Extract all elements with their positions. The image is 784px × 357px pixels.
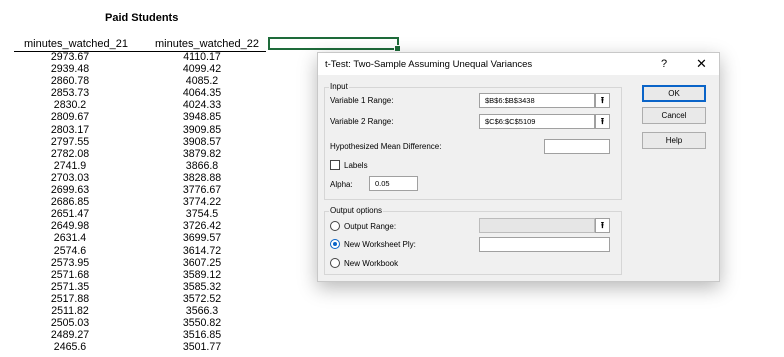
cell-minutes-22[interactable]: 3828.88 <box>172 172 232 184</box>
cell-minutes-21[interactable]: 2517.88 <box>40 293 100 305</box>
labels-checkbox[interactable] <box>330 160 340 170</box>
variable-1-range-input[interactable]: $B$6:$B$3438 <box>479 93 595 108</box>
hypothesized-mean-difference-input[interactable] <box>544 139 610 154</box>
cell-minutes-22[interactable]: 3550.82 <box>172 317 232 329</box>
cell-minutes-22[interactable]: 4110.17 <box>172 51 232 63</box>
new-workbook-label: New Workbook <box>344 259 399 268</box>
dialog-title: t-Test: Two-Sample Assuming Unequal Vari… <box>325 59 533 70</box>
cell-minutes-22[interactable]: 4085.2 <box>172 75 232 87</box>
cell-minutes-22[interactable]: 3726.42 <box>172 220 232 232</box>
cell-minutes-22[interactable]: 3589.12 <box>172 269 232 281</box>
new-worksheet-ply-input[interactable] <box>479 237 610 252</box>
cell-minutes-21[interactable]: 2803.17 <box>40 124 100 136</box>
dialog-titlebar: t-Test: Two-Sample Assuming Unequal Vari… <box>318 53 719 75</box>
alpha-label: Alpha: <box>330 180 353 189</box>
ok-button[interactable]: OK <box>642 85 706 102</box>
output-range-input[interactable] <box>479 218 595 233</box>
cell-minutes-22[interactable]: 3501.77 <box>172 341 232 353</box>
cell-minutes-22[interactable]: 3614.72 <box>172 245 232 257</box>
variable-1-collapse-icon[interactable]: ⭱ <box>595 93 610 108</box>
output-range-label: Output Range: <box>344 222 397 231</box>
sheet-title: Paid Students <box>105 12 179 24</box>
column-header-minutes-22[interactable]: minutes_watched_22 <box>155 38 259 50</box>
variable-2-collapse-icon[interactable]: ⭱ <box>595 114 610 129</box>
cell-minutes-21[interactable]: 2649.98 <box>40 220 100 232</box>
output-range-collapse-icon[interactable]: ⭱ <box>595 218 610 233</box>
cell-minutes-21[interactable]: 2830.2 <box>40 99 100 111</box>
cell-minutes-22[interactable]: 3607.25 <box>172 257 232 269</box>
cell-minutes-22[interactable]: 3774.22 <box>172 196 232 208</box>
cell-minutes-21[interactable]: 2699.63 <box>40 184 100 196</box>
close-icon[interactable]: ✕ <box>696 56 707 72</box>
variable-2-range-label: Variable 2 Range: <box>330 117 394 126</box>
cell-minutes-21[interactable]: 2511.82 <box>40 305 100 317</box>
cell-minutes-22[interactable]: 3909.85 <box>172 124 232 136</box>
cell-minutes-22[interactable]: 3585.32 <box>172 281 232 293</box>
new-workbook-radio[interactable] <box>330 258 340 268</box>
cell-minutes-22[interactable]: 4099.42 <box>172 63 232 75</box>
output-range-radio[interactable] <box>330 221 340 231</box>
column-header-minutes-21[interactable]: minutes_watched_21 <box>24 38 128 50</box>
cancel-button[interactable]: Cancel <box>642 107 706 124</box>
cell-minutes-22[interactable]: 3754.5 <box>172 208 232 220</box>
cell-minutes-22[interactable]: 4024.33 <box>172 99 232 111</box>
output-options-label: Output options <box>329 206 384 215</box>
cell-minutes-22[interactable]: 3866.8 <box>172 160 232 172</box>
cell-minutes-21[interactable]: 2973.67 <box>40 51 100 63</box>
cell-minutes-22[interactable]: 3908.57 <box>172 136 232 148</box>
alpha-input[interactable]: 0.05 <box>369 176 418 191</box>
cell-minutes-22[interactable]: 3516.85 <box>172 329 232 341</box>
help-button[interactable]: Help <box>642 132 706 149</box>
cell-minutes-21[interactable]: 2571.35 <box>40 281 100 293</box>
cell-minutes-21[interactable]: 2797.55 <box>40 136 100 148</box>
cell-minutes-21[interactable]: 2489.27 <box>40 329 100 341</box>
cell-minutes-21[interactable]: 2703.03 <box>40 172 100 184</box>
cell-minutes-21[interactable]: 2860.78 <box>40 75 100 87</box>
cell-minutes-21[interactable]: 2782.08 <box>40 148 100 160</box>
cell-minutes-21[interactable]: 2573.95 <box>40 257 100 269</box>
cell-minutes-21[interactable]: 2809.67 <box>40 111 100 123</box>
cell-minutes-21[interactable]: 2465.6 <box>40 341 100 353</box>
cell-minutes-21[interactable]: 2505.03 <box>40 317 100 329</box>
cell-minutes-22[interactable]: 3699.57 <box>172 232 232 244</box>
variable-1-range-label: Variable 1 Range: <box>330 96 394 105</box>
cell-minutes-22[interactable]: 3566.3 <box>172 305 232 317</box>
new-worksheet-ply-label: New Worksheet Ply: <box>344 240 416 249</box>
cell-minutes-21[interactable]: 2651.47 <box>40 208 100 220</box>
ttest-dialog: t-Test: Two-Sample Assuming Unequal Vari… <box>317 52 720 282</box>
column-minutes-22: 4110.17 4099.42 4085.2 4064.35 4024.33 3948.8… <box>172 51 232 353</box>
cell-minutes-22[interactable]: 3572.52 <box>172 293 232 305</box>
new-worksheet-ply-radio[interactable] <box>330 239 340 249</box>
labels-checkbox-label: Labels <box>344 161 368 170</box>
active-cell[interactable] <box>268 37 401 52</box>
cell-minutes-22[interactable]: 3776.67 <box>172 184 232 196</box>
column-minutes-21: 2973.67 2939.48 2860.78 2853.73 2830.2 2809.6… <box>40 51 100 353</box>
help-question-icon[interactable]: ? <box>661 58 667 70</box>
cell-minutes-22[interactable]: 4064.35 <box>172 87 232 99</box>
input-group-label: Input <box>329 82 349 91</box>
cell-minutes-21[interactable]: 2631.4 <box>40 232 100 244</box>
cell-minutes-21[interactable]: 2571.68 <box>40 269 100 281</box>
hypothesized-mean-difference-label: Hypothesized Mean Difference: <box>330 142 442 151</box>
cell-minutes-21[interactable]: 2686.85 <box>40 196 100 208</box>
cell-minutes-21[interactable]: 2741.9 <box>40 160 100 172</box>
cell-minutes-21[interactable]: 2939.48 <box>40 63 100 75</box>
variable-2-range-input[interactable]: $C$6:$C$5109 <box>479 114 595 129</box>
cell-minutes-21[interactable]: 2853.73 <box>40 87 100 99</box>
cell-minutes-22[interactable]: 3948.85 <box>172 111 232 123</box>
cell-minutes-21[interactable]: 2574.6 <box>40 245 100 257</box>
cell-minutes-22[interactable]: 3879.82 <box>172 148 232 160</box>
